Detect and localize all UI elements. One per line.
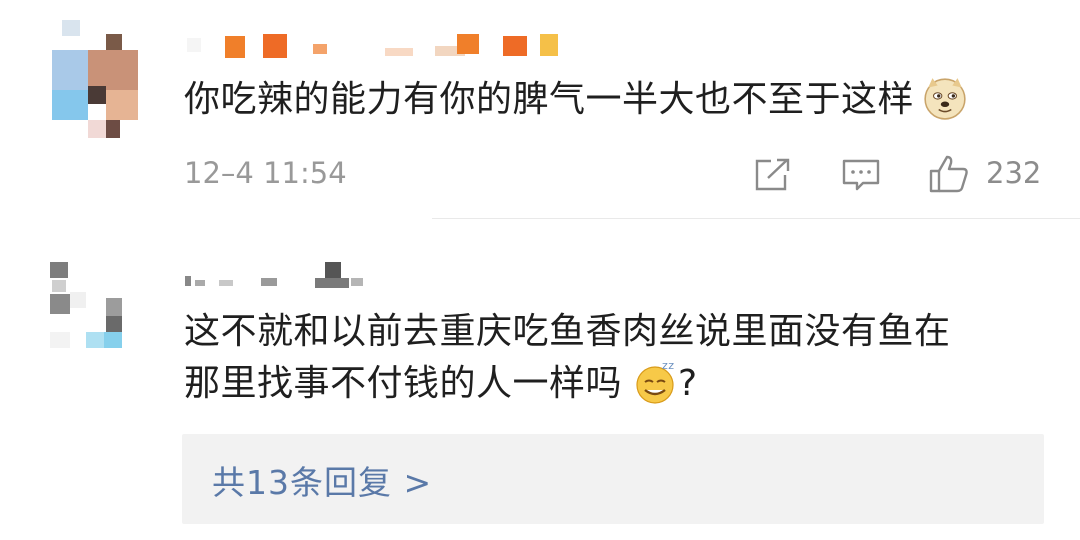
- doge-emoji-icon: [924, 78, 966, 120]
- username-pixelated[interactable]: [185, 262, 385, 292]
- thinking-smile-emoji-icon: zz: [636, 359, 675, 404]
- view-replies-link[interactable]: 共13条回复 >: [212, 456, 432, 504]
- comment-timestamp: 12–4 11:54: [184, 156, 347, 190]
- comment-icon[interactable]: [841, 158, 881, 192]
- divider: [432, 218, 1080, 219]
- like-count: 232: [986, 156, 1042, 190]
- comment-text: 这不就和以前去重庆吃鱼香肉丝说里面没有鱼在 那里找事不付钱的人一样吗 zz ?: [184, 306, 951, 410]
- avatar[interactable]: [50, 262, 140, 348]
- share-icon[interactable]: [753, 158, 791, 192]
- comment-text: 你吃辣的能力有你的脾气一半大也不至于这样: [184, 74, 968, 126]
- like-icon[interactable]: [928, 154, 970, 194]
- svg-text:zz: zz: [662, 359, 675, 372]
- avatar[interactable]: [52, 20, 138, 138]
- comment-text-line1: 这不就和以前去重庆吃鱼香肉丝说里面没有鱼在: [184, 311, 951, 352]
- reply-box[interactable]: 共13条回复 >: [182, 434, 1044, 524]
- comment-text-line2: 那里找事不付钱的人一样吗 zz ?: [184, 359, 698, 404]
- username-pixelated[interactable]: [185, 30, 585, 60]
